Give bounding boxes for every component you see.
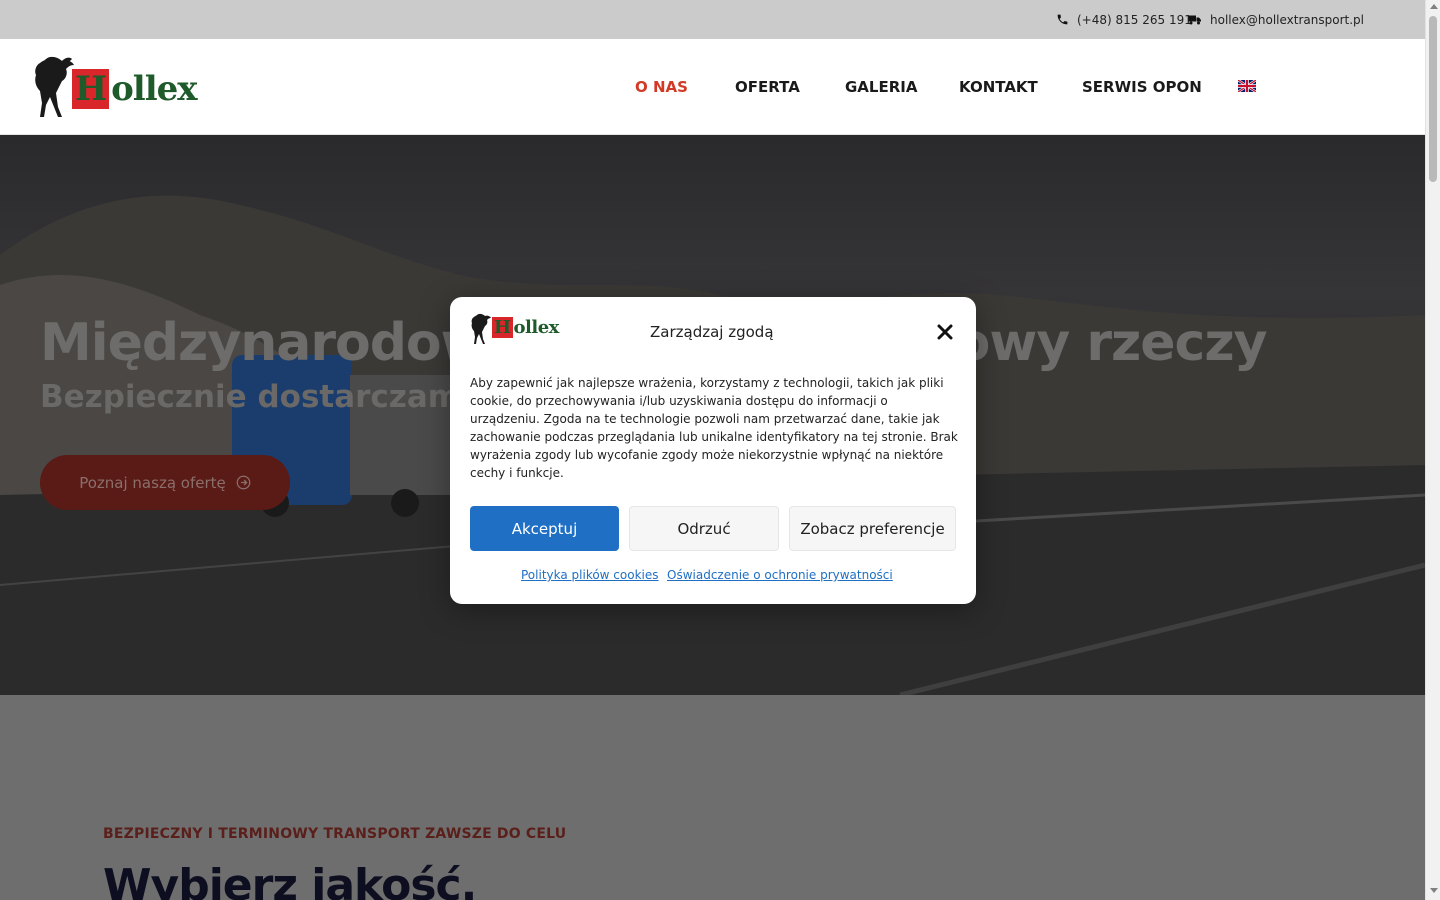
cookie-policy-link[interactable]: Polityka plików cookies — [521, 568, 659, 582]
nav-oferta[interactable]: OFERTA — [735, 39, 800, 134]
deny-button[interactable]: Odrzuć — [629, 506, 779, 551]
email-contact[interactable]: hollex@hollextransport.pl — [1188, 0, 1364, 39]
logo-wordmark: Hollex — [72, 69, 198, 109]
hero-subtitle: Bezpiecznie dostarczamy — [40, 379, 481, 415]
scrollbar-thumb[interactable] — [1429, 16, 1437, 182]
privacy-policy-link[interactable]: Oświadczenie o ochronie prywatności — [667, 568, 893, 582]
page-scrollbar[interactable] — [1425, 0, 1440, 900]
modal-logo-wordmark: Hollex — [492, 317, 559, 338]
offer-button[interactable]: Poznaj naszą ofertę — [40, 455, 290, 510]
modal-logo-h: H — [492, 317, 513, 338]
arrow-circle-icon — [236, 475, 251, 490]
close-icon[interactable] — [936, 323, 954, 341]
nav-o-nas[interactable]: O NAS — [635, 39, 688, 134]
logo-h: H — [72, 69, 110, 109]
section-eyebrow: BEZPIECZNY I TERMINOWY TRANSPORT ZAWSZE … — [103, 826, 567, 842]
nav-galeria[interactable]: GALERIA — [845, 39, 917, 134]
horse-icon — [471, 313, 491, 344]
phone-number: (+48) 815 265 191 — [1077, 12, 1192, 27]
consent-text: Aby zapewnić jak najlepsze wrażenia, kor… — [470, 376, 958, 480]
phone-contact[interactable]: (+48) 815 265 191 — [1056, 0, 1192, 39]
top-contact-bar: (+48) 815 265 191 hollex@hollextransport… — [0, 0, 1425, 39]
modal-logo-rest: ollex — [513, 317, 560, 338]
nav-kontakt[interactable]: KONTAKT — [959, 39, 1038, 134]
cookie-consent-dialog: Hollex Zarządzaj zgodą Aby zapewnić jak … — [450, 297, 976, 604]
offer-button-label: Poznaj naszą ofertę — [79, 473, 226, 492]
scroll-up-icon[interactable] — [1430, 4, 1438, 9]
accept-button[interactable]: Akceptuj — [470, 506, 619, 551]
scroll-down-icon[interactable] — [1430, 888, 1438, 893]
consent-title: Zarządzaj zgodą — [650, 323, 774, 341]
horse-icon — [35, 56, 74, 117]
modal-logo: Hollex — [470, 312, 570, 348]
nav-serwis-opon[interactable]: SERWIS OPON — [1082, 39, 1202, 134]
phone-icon — [1057, 14, 1068, 25]
logo-rest: ollex — [111, 69, 197, 109]
hollex-logo[interactable]: Hollex — [32, 55, 224, 121]
site-header: Hollex O NAS OFERTA GALERIA KONTAKT SERW… — [0, 39, 1425, 135]
email-address: hollex@hollextransport.pl — [1210, 12, 1364, 27]
section-title: Wybierz jakość. — [103, 860, 477, 900]
truck-icon — [1188, 15, 1201, 24]
preferences-button[interactable]: Zobacz preferencje — [789, 506, 956, 551]
uk-flag-icon[interactable] — [1238, 80, 1256, 92]
